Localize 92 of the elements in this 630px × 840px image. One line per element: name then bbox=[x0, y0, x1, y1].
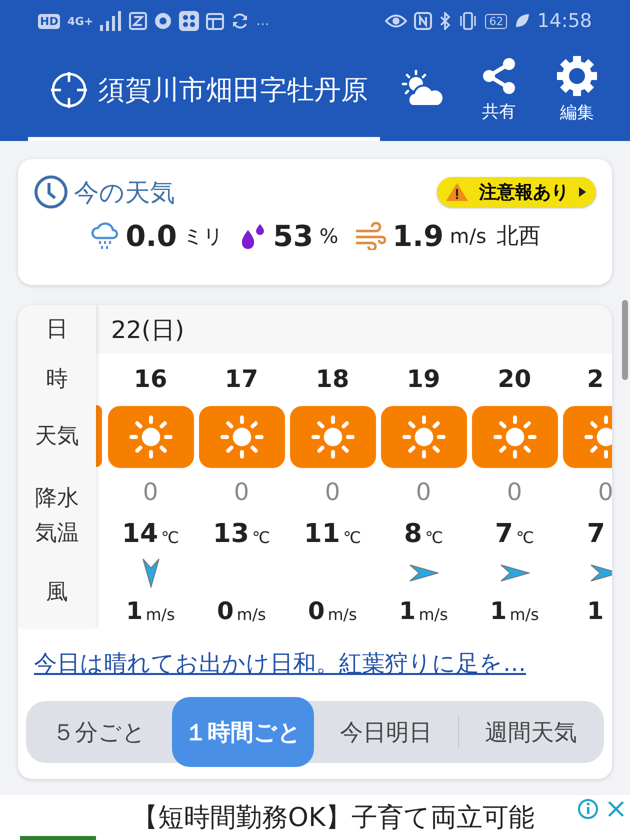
precipitation-value: 0 bbox=[598, 478, 612, 506]
wind-direction: 北西 bbox=[496, 223, 540, 251]
wind-speed-value: 0 bbox=[308, 597, 325, 625]
precipitation-value: 0 bbox=[234, 478, 250, 506]
row-label: 風 bbox=[46, 579, 68, 608]
sun-icon bbox=[400, 414, 446, 460]
close-icon[interactable] bbox=[606, 799, 626, 819]
wind-arrow-icon bbox=[500, 562, 530, 582]
settings-icon bbox=[556, 55, 598, 97]
wind-icon bbox=[354, 222, 386, 250]
hour-label: 16 bbox=[134, 365, 168, 393]
sync-icon bbox=[231, 12, 250, 30]
row-label: 降水 bbox=[35, 484, 79, 513]
info-icon[interactable] bbox=[578, 799, 598, 819]
unit-label: m/s bbox=[146, 604, 175, 624]
location-target-icon[interactable] bbox=[50, 70, 88, 108]
wind-speed-value: 1 bbox=[490, 597, 507, 625]
sun-icon bbox=[128, 414, 174, 460]
unit-label: ℃ bbox=[252, 528, 270, 546]
unit-label: ℃ bbox=[425, 528, 444, 546]
precipitation-value: 0.0 bbox=[126, 219, 177, 253]
hour-label: 2 bbox=[587, 365, 604, 393]
precipitation-value: 0 bbox=[506, 478, 522, 506]
app-grid-icon bbox=[179, 11, 200, 31]
more-text: … bbox=[256, 14, 270, 28]
precipitation-value: 0 bbox=[416, 478, 432, 506]
precipitation-value: 0 bbox=[324, 478, 340, 506]
wind-speed-value: 1 bbox=[126, 597, 143, 625]
temperature-value: 7 bbox=[587, 519, 606, 549]
sun-icon bbox=[218, 414, 264, 460]
signal-icon bbox=[100, 11, 122, 31]
wind-speed-value: 0 bbox=[216, 597, 234, 625]
eye-icon bbox=[385, 13, 408, 29]
scrollbar[interactable] bbox=[622, 300, 628, 380]
unit-label: m/s bbox=[450, 224, 486, 248]
wind-arrow-icon bbox=[408, 562, 438, 582]
caret-icon bbox=[579, 187, 586, 197]
temperature-value: 7 bbox=[494, 519, 514, 549]
temperature-value: 13 bbox=[212, 519, 250, 549]
forecast-summary-link[interactable]: 今日は晴れてお出かけ日和。紅葉狩りに足を… bbox=[34, 648, 526, 679]
browser-icon bbox=[154, 12, 172, 30]
view-tab[interactable]: ５分ごと bbox=[26, 701, 172, 763]
unit-label: ℃ bbox=[161, 528, 180, 546]
section-title: 今の天気 bbox=[74, 176, 175, 208]
temperature-value: 8 bbox=[404, 519, 422, 549]
wind-speed-value: 1 bbox=[587, 597, 604, 625]
wind-arrow-icon bbox=[590, 562, 612, 582]
row-label: 気温 bbox=[35, 520, 79, 548]
unit-label: % bbox=[319, 224, 338, 248]
hour-label: 18 bbox=[316, 365, 350, 393]
share-button[interactable]: 共有 bbox=[468, 56, 530, 123]
edit-button[interactable]: 編集 bbox=[546, 55, 608, 124]
unit-label: ミリ bbox=[182, 222, 223, 250]
network-type-label: 4G+ bbox=[67, 14, 94, 28]
calendar-icon bbox=[206, 12, 224, 30]
view-tab[interactable]: 今日明日 bbox=[314, 701, 458, 763]
unit-label: ℃ bbox=[516, 528, 534, 546]
unit-label: m/s bbox=[510, 604, 539, 624]
temperature-value: 14 bbox=[122, 519, 158, 549]
nfc-icon bbox=[414, 12, 432, 30]
leaf-icon bbox=[514, 13, 530, 29]
unit-label: m/s bbox=[418, 604, 448, 624]
battery-level: 62 bbox=[485, 14, 508, 28]
precipitation-value: 0 bbox=[142, 478, 158, 506]
sun-icon bbox=[492, 414, 538, 460]
wind-arrow-icon bbox=[140, 558, 160, 588]
hd-label: HD bbox=[38, 14, 60, 28]
view-tab[interactable]: 週間天気 bbox=[459, 701, 603, 763]
unit-label: ℃ bbox=[343, 528, 362, 546]
vibrate-icon bbox=[458, 12, 478, 30]
alert-button[interactable]: 注意報あり bbox=[437, 177, 596, 207]
location-tab[interactable]: 須賀川市畑田字牡丹原 bbox=[98, 72, 368, 108]
hour-label: 19 bbox=[406, 365, 440, 393]
row-label: 天気 bbox=[35, 423, 79, 452]
sun-icon bbox=[310, 414, 356, 460]
rain-cloud-icon bbox=[90, 221, 120, 251]
clock-time: 14:58 bbox=[537, 10, 592, 32]
hour-label: 17 bbox=[224, 365, 258, 393]
unit-label: m/s bbox=[236, 604, 266, 624]
warning-icon bbox=[445, 182, 469, 202]
wind-speed-value: 1 bbox=[398, 597, 416, 625]
app-icon bbox=[129, 12, 148, 30]
date-header: 22(日) bbox=[96, 305, 612, 354]
bluetooth-icon bbox=[439, 12, 452, 30]
row-label: 時 bbox=[46, 366, 68, 394]
unit-label: m/s bbox=[328, 604, 357, 624]
humidity-value: 53 bbox=[272, 219, 314, 253]
row-label: 日 bbox=[46, 316, 68, 344]
temperature-value: 11 bbox=[304, 519, 340, 549]
clock-icon bbox=[34, 175, 68, 209]
wind-speed-value: 1.9 bbox=[392, 219, 444, 253]
hour-label: 20 bbox=[498, 365, 532, 393]
